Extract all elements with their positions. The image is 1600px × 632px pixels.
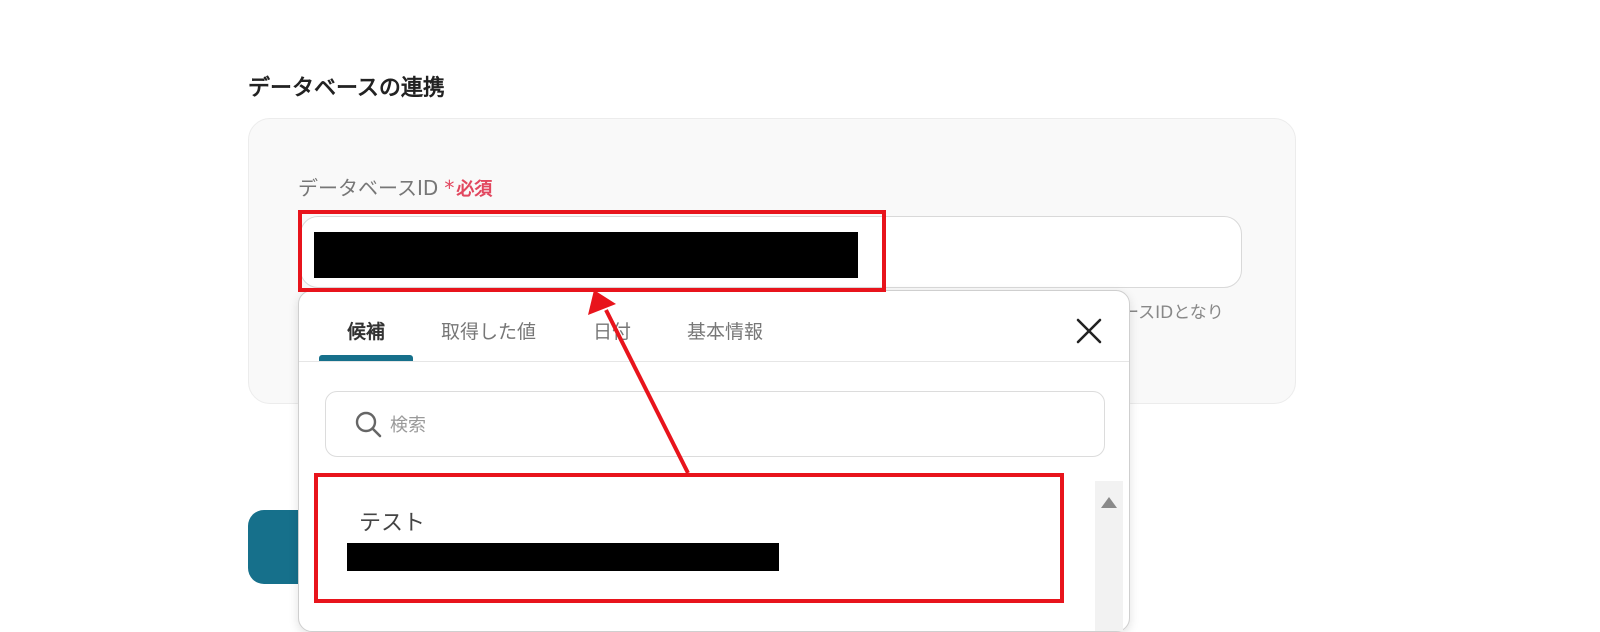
tab-retrieved-values[interactable]: 取得した値: [441, 317, 536, 344]
scrollbar[interactable]: [1095, 481, 1123, 631]
section-title: データベースの連携: [248, 76, 445, 101]
required-star: *: [444, 176, 455, 200]
database-id-label: データベースID * 必須: [298, 172, 492, 201]
database-id-value-redacted: [314, 232, 858, 278]
scroll-up-arrow-icon[interactable]: [1101, 497, 1117, 508]
close-icon[interactable]: [1075, 317, 1103, 345]
field-hint: ースIDとなり: [1122, 303, 1224, 323]
tab-date[interactable]: 日付: [593, 317, 631, 344]
search-input[interactable]: [388, 404, 1072, 446]
tab-candidates[interactable]: 候補: [347, 317, 385, 344]
list-item[interactable]: テスト: [319, 477, 1059, 601]
value-picker-popover: 候補 取得した値 日付 基本情報 テスト: [298, 290, 1130, 632]
list-item-value-redacted: [347, 543, 779, 571]
search-box[interactable]: [325, 391, 1105, 457]
list-item-label: テスト: [359, 511, 426, 536]
tab-divider: [299, 361, 1129, 362]
search-icon: [355, 411, 382, 438]
required-badge: 必須: [456, 179, 493, 200]
tab-basic-info[interactable]: 基本情報: [687, 317, 763, 344]
database-id-label-text: データベースID: [298, 176, 439, 200]
